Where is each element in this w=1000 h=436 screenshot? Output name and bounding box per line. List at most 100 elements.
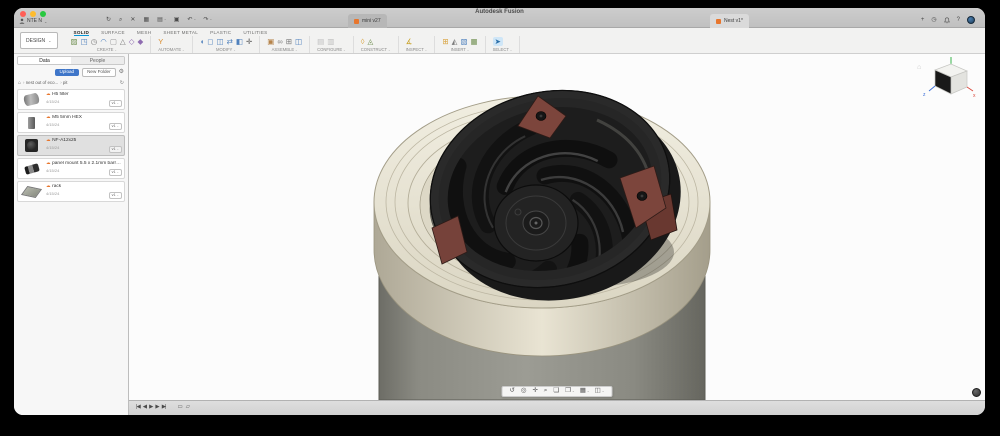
home-icon[interactable]: ⌂	[917, 64, 921, 71]
sync-icon[interactable]: ↻	[106, 17, 112, 23]
new-document-icon[interactable]: +	[921, 17, 925, 23]
ribbon-group-label[interactable]: CONSTRUCT	[361, 47, 391, 53]
shell-icon[interactable]: ◻	[207, 38, 213, 46]
ribbon-tab[interactable]: MESH	[137, 29, 151, 36]
new-folder-button[interactable]: New Folder	[82, 68, 116, 77]
job-status-icon[interactable]: ◷	[931, 17, 936, 23]
combine-icon[interactable]: ◫	[216, 38, 223, 46]
ribbon-group-label[interactable]: AUTOMATE	[158, 47, 184, 53]
replace-face-icon[interactable]: ⇄	[227, 38, 233, 46]
canvas-icon[interactable]: ▦	[471, 38, 478, 46]
fillet-icon[interactable]: ◖	[200, 38, 205, 46]
data-panel-item[interactable]: ☁ rack 4/15/24 v1	[17, 181, 125, 202]
ribbon-group-label[interactable]: INSERT	[442, 47, 477, 53]
document-tab-nest[interactable]: Nest v1*	[710, 14, 749, 28]
timeline-options-icon[interactable]: ▱	[186, 405, 190, 411]
gear-icon[interactable]: ⚙	[119, 69, 124, 75]
extrude-icon[interactable]: ◳	[81, 38, 88, 46]
data-panel-item[interactable]: ☁ NF-A12x25 4/15/24 v1	[17, 135, 125, 156]
look-at-icon[interactable]: ◎	[521, 388, 528, 394]
version-badge[interactable]: v1	[109, 169, 122, 176]
user-menu[interactable]: NTE N ⌄	[19, 18, 47, 24]
viewport[interactable]: ⌂ x z ↺	[129, 54, 985, 400]
viewports-icon[interactable]: ◫⌄	[595, 388, 605, 394]
export-icon[interactable]: ▤⌄	[157, 17, 167, 23]
version-badge[interactable]: v1	[109, 100, 122, 107]
revolve-icon[interactable]: ◷	[91, 38, 98, 46]
viewport-canvas[interactable]	[129, 54, 985, 400]
zoom-icon[interactable]: ⌕	[544, 388, 549, 394]
version-badge[interactable]: v1	[109, 192, 122, 199]
fan-hub[interactable]	[494, 185, 578, 261]
file-grid-icon[interactable]: ▦	[143, 17, 150, 23]
go-to-beginning-icon[interactable]: |◀	[136, 405, 140, 411]
fit-icon[interactable]: ❏	[553, 388, 560, 394]
version-badge[interactable]: v1	[109, 146, 122, 153]
data-panel-item[interactable]: ☁ H5 filter 4/15/24 v1	[17, 89, 125, 110]
view-cube[interactable]: ⌂ x z	[915, 56, 979, 104]
pan-icon[interactable]: ✛	[532, 388, 538, 394]
tab-people[interactable]: People	[71, 57, 124, 64]
ribbon-group-label[interactable]: CREATE	[71, 47, 144, 53]
display-settings-icon[interactable]: ❐⌄	[565, 388, 575, 394]
breadcrumb-project[interactable]: nest out of eco...	[23, 80, 58, 85]
create-sketch-icon[interactable]: ▨	[71, 38, 78, 46]
ribbon-tab[interactable]: PLASTIC	[210, 29, 231, 36]
loft-icon[interactable]: ◇	[129, 38, 135, 46]
select-icon[interactable]: ➤	[493, 37, 503, 47]
go-to-end-icon[interactable]: ▶|	[162, 405, 166, 411]
refresh-icon[interactable]: ↻	[120, 80, 124, 86]
search-icon[interactable]: ⌕	[119, 17, 123, 23]
version-badge[interactable]: v1	[109, 123, 122, 130]
close-search-icon[interactable]: ✕	[130, 17, 136, 23]
assistant-badge[interactable]	[972, 388, 981, 397]
pattern-icon[interactable]: ▢	[110, 38, 117, 46]
measure-icon[interactable]: ∡	[406, 38, 413, 46]
ribbon-tab[interactable]: SOLID	[74, 29, 90, 36]
data-panel-item[interactable]: ☁ panel mount 5.5 x 2.1mm barrel plug 4/…	[17, 158, 125, 179]
new-component-icon[interactable]: ▣	[267, 38, 274, 46]
workspace-selector[interactable]: DESIGN	[20, 32, 58, 49]
ribbon-group-label[interactable]: MODIFY	[200, 47, 253, 53]
ribbon-group-label[interactable]: SELECT	[493, 47, 513, 53]
upload-button[interactable]: Upload	[55, 69, 80, 77]
tab-data[interactable]: Data	[18, 57, 71, 64]
ribbon-tab[interactable]: SHEET METAL	[163, 29, 198, 36]
help-icon[interactable]: ?	[957, 17, 960, 23]
configuration-table-icon[interactable]: ▥	[327, 38, 334, 46]
ribbon-tab[interactable]: UTILITIES	[243, 29, 267, 36]
orbit-icon[interactable]: ↺	[510, 388, 516, 394]
save-icon[interactable]: ▣	[174, 17, 181, 23]
document-tab-mini[interactable]: mini v27	[348, 14, 387, 28]
decal-icon[interactable]: ▧	[460, 38, 467, 46]
redo-icon[interactable]: ↷⌄	[203, 17, 212, 23]
sweep-icon[interactable]: ◠	[100, 38, 107, 46]
user-avatar[interactable]	[967, 16, 975, 24]
insert-derive-icon[interactable]: ⊞	[442, 38, 448, 46]
step-back-icon[interactable]: ◀	[143, 405, 146, 411]
ribbon-group-label[interactable]: CONFIGURE	[317, 47, 346, 53]
home-icon[interactable]: ⌂	[18, 80, 21, 86]
play-icon[interactable]: ▶	[149, 405, 152, 411]
data-panel-item[interactable]: ☁ M5 5mm HEX 4/15/24 v1	[17, 112, 125, 133]
undo-icon[interactable]: ↶⌄	[187, 17, 196, 23]
ribbon-tab[interactable]: SURFACE	[101, 29, 125, 36]
joint-icon[interactable]: ∞	[277, 38, 282, 46]
step-forward-icon[interactable]: ▶	[155, 405, 158, 411]
breadcrumb-folder[interactable]: pit	[60, 80, 67, 85]
rigid-group-icon[interactable]: ⊞	[286, 38, 292, 46]
configuration-icon[interactable]: ▤	[317, 38, 324, 46]
automate-icon[interactable]: Y	[158, 38, 163, 46]
timeline-marker-icon[interactable]: ▭	[177, 405, 182, 411]
ribbon-group-label[interactable]: ASSEMBLE	[267, 47, 302, 53]
move-copy-icon[interactable]: ✛	[246, 38, 252, 46]
notification-bell-icon[interactable]	[944, 17, 950, 24]
motion-link-icon[interactable]: ◫	[295, 38, 302, 46]
primitive-box-icon[interactable]: △	[120, 38, 126, 46]
construction-plane-icon[interactable]: ◊	[361, 38, 365, 46]
ribbon-group-label[interactable]: INSPECT	[406, 47, 428, 53]
insert-mesh-icon[interactable]: ◭	[452, 38, 458, 46]
construction-axis-icon[interactable]: ◬	[368, 38, 374, 46]
split-body-icon[interactable]: ◧	[236, 38, 243, 46]
grid-snaps-icon[interactable]: ▦⌄	[580, 388, 590, 394]
